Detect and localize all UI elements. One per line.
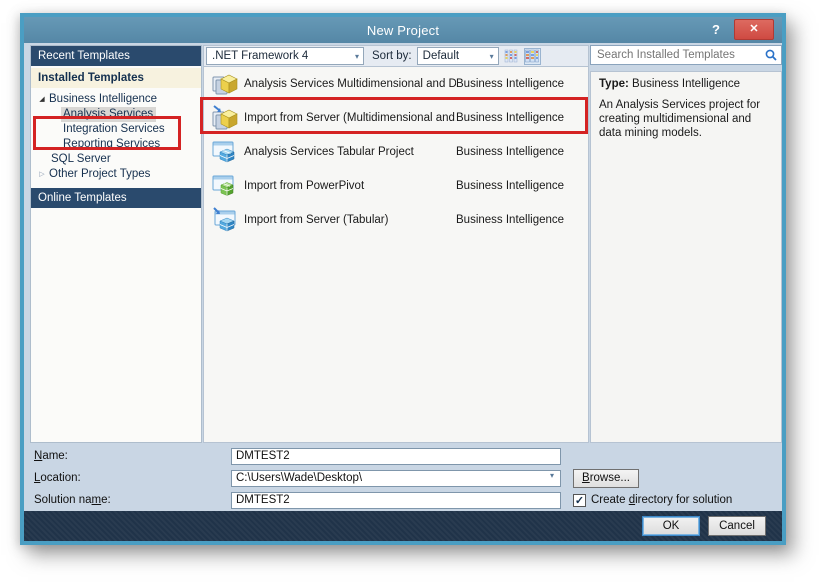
location-dropdown-icon[interactable]: ▾ xyxy=(545,471,559,480)
ok-button[interactable]: OK xyxy=(642,516,700,536)
tree-item-analysis-services[interactable]: Analysis Services xyxy=(31,107,201,122)
small-icons-view-button[interactable] xyxy=(503,48,520,65)
type-value: Business Intelligence xyxy=(632,78,741,90)
template-row-import-server-tabular[interactable]: Import from Server (Tabular) Business In… xyxy=(204,203,588,237)
solution-name-label: Solution name: xyxy=(34,494,111,506)
name-label: Name: xyxy=(34,450,68,462)
sort-dropdown[interactable]: Default ▾ xyxy=(416,47,499,65)
new-project-dialog: New Project ? ✕ Recent Templates Install… xyxy=(20,13,786,545)
name-input[interactable] xyxy=(231,447,561,465)
location-row: Location: ▾ Browse... xyxy=(24,468,782,488)
location-label: Location: xyxy=(34,472,81,484)
location-input[interactable] xyxy=(231,469,561,487)
template-category: Business Intelligence xyxy=(456,112,565,124)
help-button[interactable]: ? xyxy=(706,20,726,40)
tree-item-integration-services[interactable]: Integration Services xyxy=(31,122,201,137)
import-powerpivot-icon xyxy=(212,175,234,196)
template-details-panel: Type: Business Intelligence An Analysis … xyxy=(590,71,782,443)
template-category: Business Intelligence xyxy=(456,214,565,226)
template-category: Business Intelligence xyxy=(456,146,565,158)
template-description: An Analysis Services project for creatin… xyxy=(599,99,761,139)
dialog-footer: OK Cancel xyxy=(24,511,782,541)
chevron-down-icon: ▾ xyxy=(354,51,359,61)
browse-button[interactable]: Browse... xyxy=(573,468,639,488)
template-name: Import from Server (Tabular) xyxy=(244,214,389,226)
close-button[interactable]: ✕ xyxy=(734,19,774,40)
template-list: Analysis Services Multidimensional and D… xyxy=(203,67,589,443)
search-container xyxy=(590,45,782,65)
import-server-tabular-icon xyxy=(213,207,236,232)
template-row-import-server-multidimensional[interactable]: Import from Server (Multidimensional and… xyxy=(204,101,588,135)
template-category: Business Intelligence xyxy=(456,180,565,192)
analysis-services-tabular-icon xyxy=(212,141,235,163)
close-icon: ✕ xyxy=(749,23,759,35)
framework-dropdown[interactable]: .NET Framework 4 ▾ xyxy=(206,47,364,65)
dialog-title: New Project xyxy=(366,22,440,38)
template-row-analysis-services-multidimensional[interactable]: Analysis Services Multidimensional and D… xyxy=(204,67,588,101)
search-icon[interactable] xyxy=(764,48,778,62)
list-toolbar: .NET Framework 4 ▾ Sort by: Default ▾ xyxy=(203,45,589,67)
medium-icons-icon xyxy=(525,49,539,63)
create-directory-label: Create directory for solution xyxy=(591,494,733,506)
installed-templates-tree: ◢ Business Intelligence Analysis Service… xyxy=(31,88,201,182)
import-server-multidimensional-icon xyxy=(212,105,238,130)
chevron-down-icon: ▾ xyxy=(489,51,494,61)
template-name: Import from Server (Multidimensional and… xyxy=(244,112,456,124)
template-name: Analysis Services Multidimensional and D… xyxy=(244,78,456,90)
sidebar-item-online-templates[interactable]: Online Templates xyxy=(31,188,201,208)
tree-item-business-intelligence[interactable]: ◢ Business Intelligence xyxy=(31,92,201,107)
title-bar[interactable]: New Project xyxy=(24,17,782,43)
name-row: Name: xyxy=(24,447,782,465)
small-icons-icon xyxy=(504,49,518,63)
template-category: Business Intelligence xyxy=(456,78,565,90)
solution-name-input[interactable] xyxy=(231,491,561,509)
tree-item-other-project-types[interactable]: ▷ Other Project Types xyxy=(31,167,201,182)
expand-arrow-icon[interactable]: ◢ xyxy=(37,92,47,107)
template-type-line: Type: Business Intelligence xyxy=(599,78,773,90)
solution-name-row: Solution name: ✓ Create directory for so… xyxy=(24,491,782,509)
tree-item-reporting-services[interactable]: Reporting Services xyxy=(31,137,201,152)
analysis-services-multidimensional-icon xyxy=(212,74,238,95)
template-row-import-powerpivot[interactable]: Import from PowerPivot Business Intellig… xyxy=(204,169,588,203)
template-row-analysis-services-tabular[interactable]: Analysis Services Tabular Project Busine… xyxy=(204,135,588,169)
sortby-label: Sort by: xyxy=(372,50,412,62)
templates-sidebar: Recent Templates Installed Templates ◢ B… xyxy=(30,45,202,443)
create-directory-option[interactable]: ✓ Create directory for solution xyxy=(573,493,733,507)
collapse-arrow-icon[interactable]: ▷ xyxy=(37,167,47,182)
template-name: Import from PowerPivot xyxy=(244,180,365,192)
search-input[interactable] xyxy=(590,45,782,65)
medium-icons-view-button[interactable] xyxy=(523,47,541,65)
cancel-button[interactable]: Cancel xyxy=(708,516,766,536)
type-label: Type: xyxy=(599,78,629,90)
tree-item-sql-server[interactable]: SQL Server xyxy=(31,152,201,167)
create-directory-checkbox[interactable]: ✓ xyxy=(573,493,586,507)
sidebar-item-recent-templates[interactable]: Recent Templates xyxy=(31,46,201,66)
sidebar-item-installed-templates[interactable]: Installed Templates xyxy=(31,68,201,88)
template-name: Analysis Services Tabular Project xyxy=(244,146,414,158)
